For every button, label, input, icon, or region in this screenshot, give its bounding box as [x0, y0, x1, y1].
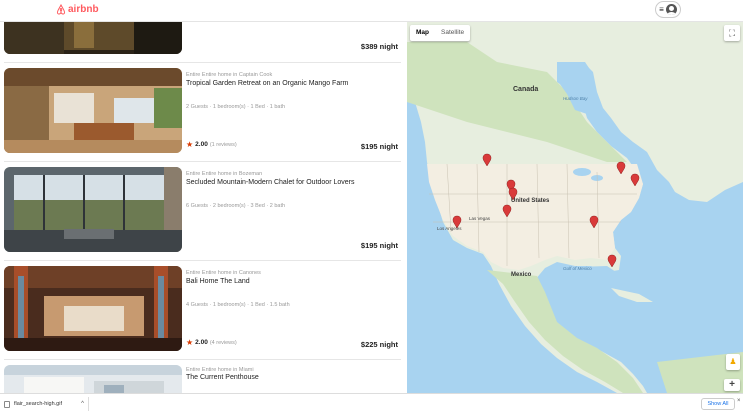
listing-photo[interactable]: [4, 365, 182, 393]
map-label-canada: Canada: [513, 86, 539, 93]
rating-score: 2.00: [195, 141, 208, 148]
show-all-button[interactable]: Show All: [701, 398, 735, 410]
map-label-las-vegas: Las Vegas: [469, 216, 491, 221]
listing-price: $195 night: [360, 142, 398, 151]
user-avatar-icon: [665, 4, 677, 15]
listing-price: $225 night: [360, 340, 398, 349]
map-marker[interactable]: [607, 254, 617, 268]
listing-photo-image: [4, 167, 182, 252]
pegman-icon[interactable]: ♟: [726, 354, 740, 370]
airbnb-belo-icon: [56, 4, 66, 15]
close-icon[interactable]: ×: [737, 398, 741, 404]
listing-details: 4 Guests · 1 bedroom(s) · 1 Bed · 1.5 ba…: [186, 302, 290, 308]
rating-score: 2.00: [195, 339, 208, 346]
star-icon: ★: [186, 140, 194, 149]
hamburger-icon: ≡: [659, 4, 664, 14]
map-type-map-button[interactable]: Map: [410, 25, 435, 41]
top-header: airbnb ≡: [0, 0, 743, 22]
map-label-united-states: United States: [511, 198, 550, 204]
map-label-gulf-of-mexico: Gulf of Mexico: [563, 266, 592, 271]
listing-divider: [4, 161, 401, 162]
map-marker[interactable]: [502, 204, 512, 218]
listing-type: Entire Entire home in Canones: [186, 270, 261, 276]
user-menu-button[interactable]: ≡: [655, 1, 681, 18]
fullscreen-icon[interactable]: ⛶: [724, 25, 740, 41]
listing-price: $195 night: [360, 241, 398, 250]
listing-card[interactable]: Entire Entire home in Canones Bali Home …: [0, 266, 407, 360]
zoom-in-button[interactable]: +: [724, 379, 740, 391]
listing-photo[interactable]: [4, 68, 182, 153]
listing-photo[interactable]: [4, 22, 182, 54]
listing-divider: [4, 62, 401, 63]
listing-card[interactable]: $389 night: [0, 22, 407, 63]
listing-card[interactable]: Entire Entire home in Captain Cook Tropi…: [0, 68, 407, 162]
listing-rating: ★ 2.00 (4 reviews): [186, 338, 237, 347]
rating-count: (1 reviews): [209, 141, 237, 148]
listing-divider: [4, 260, 401, 261]
listing-divider: [4, 359, 401, 360]
listing-photo-image: [4, 266, 182, 351]
logo-text: airbnb: [68, 4, 99, 15]
map-label-hudson-bay: Hudson Bay: [563, 96, 588, 101]
file-icon: [4, 400, 10, 408]
map-label-mexico: Mexico: [511, 272, 532, 278]
listing-photo-image: [4, 22, 182, 54]
airbnb-logo[interactable]: airbnb: [56, 4, 99, 15]
listing-list[interactable]: $389 night Entire Entire home in Captain…: [0, 22, 407, 393]
listing-type: Entire Entire home in Bozeman: [186, 171, 263, 177]
downloads-bar: flair_search-high.gif ^ Show All ×: [0, 393, 743, 413]
listing-type: Entire Entire home in Miami: [186, 367, 254, 373]
map-label-los-angeles: Los Angeles: [437, 226, 462, 231]
listing-price: $389 night: [360, 42, 398, 51]
map-type-satellite-button[interactable]: Satellite: [435, 25, 470, 41]
listing-photo[interactable]: [4, 167, 182, 252]
listing-title[interactable]: Tropical Garden Retreat on an Organic Ma…: [186, 80, 348, 87]
listing-type: Entire Entire home in Captain Cook: [186, 72, 273, 78]
rating-count: (4 reviews): [209, 339, 237, 346]
listing-rating: ★ 2.00 (1 reviews): [186, 140, 237, 149]
map-panel[interactable]: Canada United States Mexico Las Vegas Lo…: [407, 22, 743, 393]
map-marker[interactable]: [630, 173, 640, 187]
listing-photo-image: [4, 365, 182, 393]
listing-card[interactable]: Entire Entire home in Bozeman Secluded M…: [0, 167, 407, 261]
listing-title[interactable]: The Current Penthouse: [186, 374, 259, 381]
listing-card[interactable]: Entire Entire home in Miami The Current …: [0, 365, 407, 393]
listing-details: 6 Guests · 2 bedroom(s) · 3 Bed · 2 bath: [186, 203, 286, 209]
map-type-control: Map Satellite: [410, 25, 471, 41]
listing-details: 2 Guests · 1 bedroom(s) · 1 Bed · 1 bath: [186, 104, 286, 110]
download-item[interactable]: flair_search-high.gif ^: [4, 397, 89, 411]
map-marker[interactable]: [482, 153, 492, 167]
map-marker[interactable]: [589, 215, 599, 229]
listing-photo[interactable]: [4, 266, 182, 351]
listing-title[interactable]: Bali Home The Land: [186, 278, 250, 285]
chevron-up-icon[interactable]: ^: [81, 401, 84, 407]
download-file-name: flair_search-high.gif: [14, 401, 62, 407]
marker-layer: [452, 153, 640, 268]
map-marker[interactable]: [616, 161, 626, 175]
listing-title[interactable]: Secluded Mountain-Modern Chalet for Outd…: [186, 179, 354, 186]
star-icon: ★: [186, 338, 194, 347]
listing-photo-image: [4, 68, 182, 153]
